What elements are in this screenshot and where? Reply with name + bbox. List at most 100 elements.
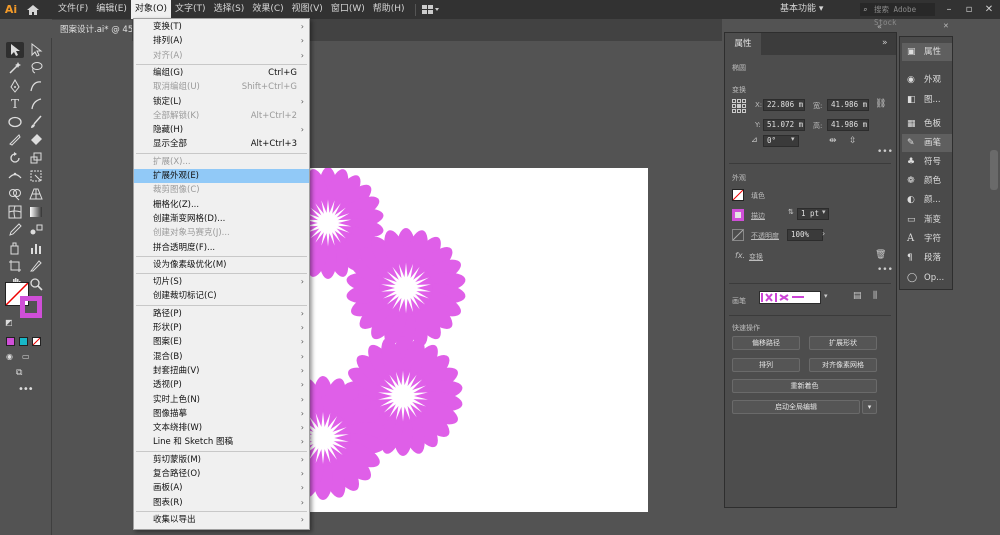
dock-character[interactable]: A 字符 [902,230,952,248]
blend-tool-icon[interactable] [27,222,45,238]
menu-object[interactable]: 对象(O) [130,0,172,19]
rotate-tool-icon[interactable] [6,150,24,166]
stroke-color-icon[interactable] [732,209,744,221]
menu-edit[interactable]: 编辑(E) [92,0,131,19]
fx-icon[interactable]: fx. [735,251,745,260]
object-menu-item[interactable]: 画板(A) › [134,481,309,495]
object-menu-item[interactable]: 排列(A) › [134,34,309,48]
more-options-icon[interactable]: ••• [877,147,893,157]
expand-shape-button[interactable]: 扩展形状 [809,336,877,350]
flip-horizontal-icon[interactable]: ⇹ [829,136,837,146]
dock-brushes[interactable]: ✎ 画笔 [902,134,952,152]
stepper-icon[interactable]: ⇅ [788,208,794,216]
tab-properties[interactable]: 属性 [725,33,761,55]
default-colors-icon[interactable]: ◩ [5,318,15,328]
stroke-label[interactable]: 描边 [751,211,765,221]
none-mode-icon[interactable] [32,337,41,346]
object-menu-item[interactable]: 编组(G) Ctrl+G [134,66,309,80]
mesh-tool-icon[interactable] [6,204,24,220]
stock-search-input[interactable]: ⌕ 搜索 Adobe Stock [860,3,935,27]
effect-item-transform[interactable]: 变换 [749,252,763,262]
curvature-tool-icon[interactable] [27,78,45,94]
object-menu-item[interactable]: 复合路径(O) › [134,467,309,481]
paintbrush-icon[interactable] [27,114,45,130]
dock-properties[interactable]: ▣ 属性 [902,43,952,61]
object-menu-item[interactable]: 封套扭曲(V) › [134,364,309,378]
color-mode-icon[interactable] [6,337,15,346]
width-tool-icon[interactable] [6,168,24,184]
direct-selection-tool-icon[interactable] [27,42,45,58]
vertical-scrollbar[interactable] [990,150,998,190]
line-tool-icon[interactable] [27,96,45,112]
object-menu-item[interactable]: 透视(P) › [134,378,309,392]
object-menu-item[interactable]: 锁定(L) › [134,95,309,109]
chevron-down-icon[interactable]: ▾ [824,292,828,300]
object-menu-item[interactable]: 变换(T) › [134,20,309,34]
draw-mode-icon[interactable]: ◉ [6,352,16,362]
arrange-button[interactable]: 排列 [732,358,800,372]
opacity-label[interactable]: 不透明度 [751,231,779,241]
object-menu-item[interactable]: 实时上色(N) › [134,393,309,407]
chevron-down-icon[interactable]: ▾ [791,135,795,143]
chevron-down-icon[interactable]: ▾ [822,208,826,216]
object-menu-item[interactable]: 设为像素级优化(M) [134,258,309,272]
dock-appearance[interactable]: ◉ 外观 [902,71,952,89]
object-menu-item[interactable]: 创建渐变网格(D)... [134,212,309,226]
dock-swatches[interactable]: ▦ 色板 [902,115,952,133]
maximize-icon[interactable]: ▫ [960,0,978,19]
dock-paragraph[interactable]: ¶ 段落 [902,249,952,267]
x-field[interactable]: 22.806 m [763,99,805,111]
close-icon[interactable]: ✕ [943,22,949,30]
dock-color-guide[interactable]: ◐ 颜... [902,191,952,209]
more-tools-icon[interactable]: ••• [18,384,34,395]
trash-icon[interactable]: 🗑 [875,250,886,260]
object-menu-item[interactable]: 形状(P) › [134,321,309,335]
brush-library-icon[interactable]: ▤ [853,291,862,301]
reference-point-icon[interactable] [732,99,746,113]
global-edit-button[interactable]: 启动全局编辑 [732,400,860,414]
fill-color-icon[interactable] [732,189,744,201]
shaper-tool-icon[interactable] [6,132,24,148]
dock-opentype[interactable]: ◯ Op... [902,269,952,287]
brush-preview[interactable] [759,291,821,304]
menu-file[interactable]: 文件(F) [54,0,92,19]
object-menu-item[interactable]: 切片(S) › [134,275,309,289]
align-pixel-grid-button[interactable]: 对齐像素网格 [809,358,877,372]
height-field[interactable]: 41.986 m [827,119,869,131]
object-menu-item[interactable]: 图表(R) › [134,496,309,510]
object-menu-item[interactable]: 取消编组(U) Shift+Ctrl+G [134,80,309,94]
stroke-swatch[interactable] [20,296,42,318]
lasso-icon[interactable] [27,60,45,76]
dock-color[interactable]: ❁ 颜色 [902,172,952,190]
draw-inside-icon[interactable]: ▭ [22,352,34,362]
object-menu-item[interactable]: 文本绕排(W) › [134,421,309,435]
object-menu-item[interactable]: 对齐(A) › [134,49,309,63]
y-field[interactable]: 51.072 m [763,119,805,131]
object-menu-item[interactable]: Line 和 Sketch 图稿 › [134,435,309,449]
object-menu-item[interactable]: 拼合透明度(F)... [134,241,309,255]
slice-tool-icon[interactable] [27,258,45,274]
collapse-dock-icon[interactable]: « [877,22,882,31]
screen-mode-icon[interactable]: ⧉ [16,368,32,378]
column-graph-icon[interactable] [27,240,45,256]
shape-builder-icon[interactable] [6,186,24,202]
menu-view[interactable]: 视图(V) [288,0,327,19]
ellipse-tool-icon[interactable] [6,114,24,130]
offset-path-button[interactable]: 偏移路径 [732,336,800,350]
menu-type[interactable]: 文字(T) [171,0,210,19]
magic-wand-icon[interactable] [6,60,24,76]
minimize-icon[interactable]: – [940,0,958,19]
object-menu-item[interactable]: 显示全部 Alt+Ctrl+3 [134,137,309,151]
recolor-button[interactable]: 重新着色 [732,379,877,393]
menu-help[interactable]: 帮助(H) [369,0,409,19]
object-menu-item[interactable]: 隐藏(H) › [134,123,309,137]
constrain-proportions-icon[interactable]: ⛓ [875,99,887,127]
menu-select[interactable]: 选择(S) [210,0,249,19]
object-menu-item[interactable]: 路径(P) › [134,307,309,321]
object-menu-item[interactable]: 剪切蒙版(M) › [134,453,309,467]
object-menu-item[interactable]: 创建裁切标记(C) [134,289,309,303]
object-menu-item[interactable]: 栅格化(Z)... [134,198,309,212]
dock-symbols[interactable]: ♣ 符号 [902,153,952,171]
flower-artwork[interactable] [308,168,648,512]
home-icon[interactable] [26,4,42,16]
